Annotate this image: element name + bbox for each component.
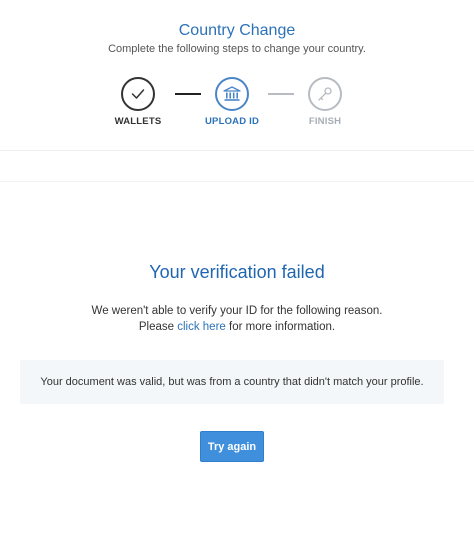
try-again-button[interactable]: Try again bbox=[200, 431, 264, 462]
step-label-upload-id: UPLOAD ID bbox=[204, 116, 260, 127]
page-title: Country Change bbox=[178, 22, 296, 39]
step-label-wallets: WALLETS bbox=[114, 116, 162, 127]
key-icon bbox=[318, 87, 332, 101]
bank-icon bbox=[223, 86, 241, 101]
failure-reason-text: We weren't able to verify your ID for th… bbox=[0, 303, 474, 335]
reason-line-2: Please click here for more information. bbox=[0, 319, 474, 335]
checkmark-icon bbox=[131, 89, 145, 99]
section-divider bbox=[0, 181, 474, 182]
failure-notice-box: Your document was valid, but was from a … bbox=[20, 360, 444, 404]
verification-failed-title: Your verification failed bbox=[149, 262, 325, 282]
step-upload-id-circle bbox=[215, 77, 249, 111]
country-change-header: Country Change Complete the following st… bbox=[0, 0, 474, 151]
step-connector-2 bbox=[268, 93, 294, 95]
failure-notice-text: Your document was valid, but was from a … bbox=[40, 376, 424, 388]
reason-prefix: Please bbox=[138, 321, 178, 333]
step-wallets-circle bbox=[121, 77, 155, 111]
click-here-link[interactable]: click here bbox=[177, 321, 226, 333]
step-label-finish: FINISH bbox=[308, 116, 342, 127]
page-subtitle: Complete the following steps to change y… bbox=[108, 43, 366, 55]
step-finish-circle bbox=[308, 77, 342, 111]
reason-line-1: We weren't able to verify your ID for th… bbox=[91, 305, 383, 317]
step-connector-1 bbox=[175, 93, 201, 95]
reason-suffix: for more information. bbox=[225, 321, 336, 333]
